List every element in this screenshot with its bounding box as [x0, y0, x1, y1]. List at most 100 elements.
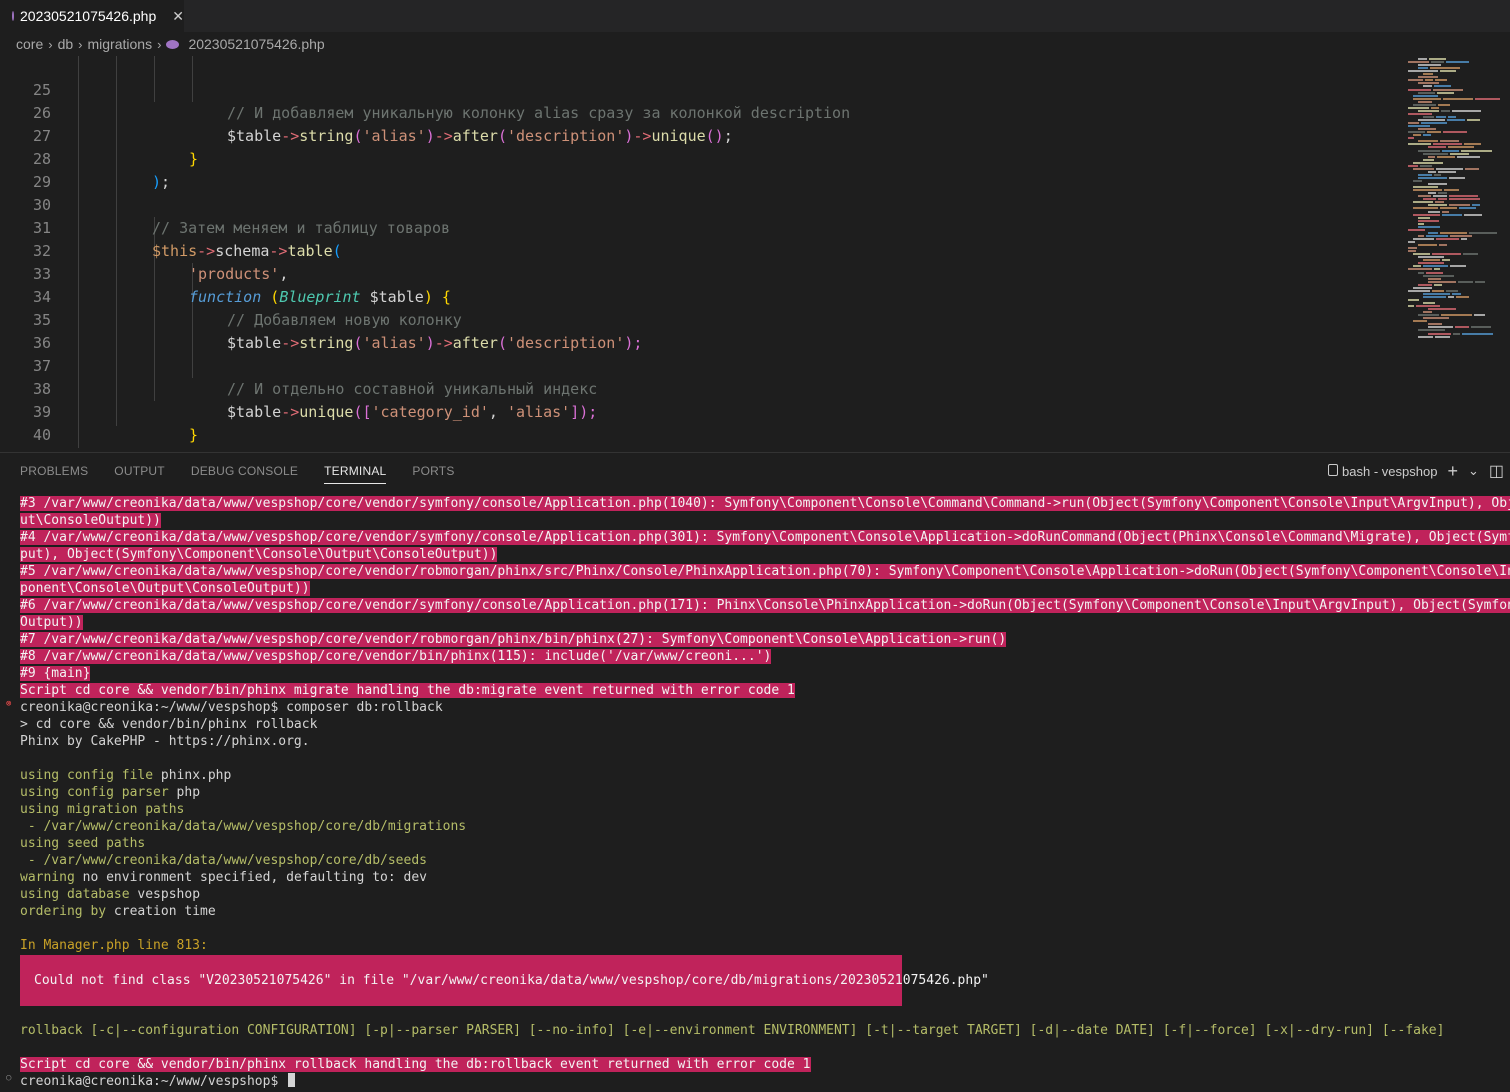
minimap-line: [1413, 186, 1438, 189]
minimap-line: [1441, 314, 1472, 317]
code-line: 26 $table->string('alias')->after('descr…: [0, 79, 1400, 145]
minimap-line: [1423, 302, 1435, 304]
config-file-line: using config file phinx.php: [20, 768, 232, 783]
minimap-line: [1418, 82, 1439, 85]
minimap-line: [1418, 176, 1447, 179]
minimap-line: [1428, 326, 1453, 329]
terminal-cursor: [288, 1073, 296, 1087]
minimap-line: [1449, 176, 1465, 179]
close-icon[interactable]: ✕: [172, 8, 184, 25]
minimap-line: [1457, 155, 1480, 158]
minimap-line: [1462, 332, 1493, 335]
minimap-line: [1464, 213, 1482, 216]
minimap-line: [1413, 237, 1434, 240]
minimap-line: [1433, 195, 1447, 198]
minimap-line: [1408, 79, 1423, 82]
minimap-line: [1423, 295, 1446, 298]
minimap-line: [1461, 237, 1467, 240]
minimap-line: [1450, 265, 1466, 268]
breadcrumb-item-db[interactable]: db: [58, 36, 74, 52]
minimap-line: [1418, 216, 1430, 219]
terminal-output[interactable]: #3 /var/www/creonika/data/www/vespshop/c…: [0, 495, 1510, 1092]
code-editor[interactable]: 25 // И добавляем уникальную колонку ali…: [0, 56, 1400, 448]
bottom-panel: PROBLEMS OUTPUT DEBUG CONSOLE TERMINAL P…: [0, 452, 1510, 1092]
minimap-line: [1443, 131, 1467, 134]
minimap-line: [1453, 332, 1460, 335]
minimap-line: [1446, 61, 1469, 64]
minimap-line: [1475, 280, 1485, 283]
minimap-line: [1446, 289, 1458, 292]
current-prompt[interactable]: creonika@creonika:~/www/vespshop$: [20, 1073, 1510, 1090]
code-line: 31 $this->schema->table(: [0, 194, 1400, 260]
terminal-name: bash - vespshop: [1342, 463, 1438, 479]
minimap-line: [1408, 131, 1425, 134]
code-line: 33 function (Blueprint $table) {: [0, 240, 1400, 306]
minimap-line: [1439, 244, 1447, 247]
minimap-line: [1428, 183, 1447, 186]
minimap-line: [1418, 256, 1444, 259]
minimap-line: [1408, 70, 1438, 73]
minimap-line: [1447, 119, 1465, 121]
tab-migration-file[interactable]: 20230521075426.php ✕: [0, 0, 184, 32]
error-trace-line: #4 /var/www/creonika/data/www/vespshop/c…: [20, 529, 1510, 546]
chevron-right-icon: ›: [157, 36, 162, 52]
rollback-error-line: Script cd core && vendor/bin/phinx rollb…: [20, 1057, 811, 1072]
minimap-line: [1428, 170, 1436, 173]
chevron-down-icon[interactable]: ⌄: [1468, 463, 1479, 479]
error-marker-icon[interactable]: ⊗: [6, 699, 11, 709]
breadcrumb-item-file[interactable]: 20230521075426.php: [188, 36, 324, 52]
minimap-line: [1428, 231, 1438, 234]
minimap-line: [1438, 198, 1447, 201]
code-line: 38 $table->unique(['category_id', 'alias…: [0, 355, 1400, 421]
terminal-selector[interactable]: bash - vespshop: [1328, 463, 1438, 479]
minimap-line: [1434, 268, 1440, 271]
code-line: 30 // Затем меняем и таблицу товаров: [0, 171, 1400, 237]
tab-terminal[interactable]: TERMINAL: [324, 464, 387, 484]
breadcrumb: core › db › migrations › 20230521075426.…: [0, 32, 1510, 56]
tab-debug-console[interactable]: DEBUG CONSOLE: [191, 464, 298, 478]
split-terminal-icon[interactable]: ◫: [1489, 461, 1504, 481]
minimap-line: [1442, 149, 1459, 152]
minimap-line: [1429, 58, 1446, 60]
class-error-text: Could not find class "V20230521075426" i…: [34, 973, 989, 988]
tab-output[interactable]: OUTPUT: [114, 464, 165, 478]
minimap[interactable]: [1400, 56, 1510, 448]
minimap-line: [1413, 253, 1430, 256]
minimap-line: [1413, 161, 1443, 164]
minimap-line: [1408, 247, 1417, 250]
minimap-line: [1423, 265, 1448, 268]
minimap-line: [1418, 262, 1444, 265]
minimap-line: [1450, 234, 1472, 237]
code-line: 37 // И отдельно составной уникальный ин…: [0, 332, 1400, 398]
error-trace-line: put), Object(Symfony\Component\Console\O…: [20, 547, 498, 562]
add-terminal-icon[interactable]: +: [1447, 461, 1458, 482]
minimap-line: [1418, 119, 1445, 121]
error-trace-line: #6 /var/www/creonika/data/www/vespshop/c…: [20, 597, 1510, 614]
minimap-line: [1418, 283, 1432, 286]
tab-ports[interactable]: PORTS: [412, 464, 454, 478]
minimap-line: [1413, 201, 1433, 204]
breadcrumb-item-core[interactable]: core: [16, 36, 43, 52]
code-line: 29: [0, 148, 1400, 191]
minimap-line: [1437, 155, 1455, 158]
minimap-line: [1455, 326, 1469, 329]
minimap-line: [1423, 73, 1433, 76]
minimap-line: [1418, 234, 1424, 237]
minimap-line: [1459, 207, 1476, 210]
minimap-line: [1418, 128, 1436, 131]
tab-problems[interactable]: PROBLEMS: [20, 464, 88, 478]
minimap-line: [1423, 198, 1436, 201]
minimap-line: [1431, 106, 1439, 109]
minimap-line: [1408, 305, 1414, 308]
php-file-icon: [12, 11, 14, 21]
minimap-line: [1427, 131, 1441, 134]
minimap-line: [1418, 64, 1441, 67]
minimap-line: [1418, 173, 1432, 176]
panel-tab-bar: PROBLEMS OUTPUT DEBUG CONSOLE TERMINAL P…: [0, 453, 1510, 489]
minimap-line: [1469, 231, 1497, 234]
minimap-line: [1416, 305, 1440, 308]
phinx-banner: Phinx by CakePHP - https://phinx.org.: [20, 734, 310, 749]
minimap-line: [1418, 76, 1438, 79]
minimap-line: [1430, 67, 1460, 70]
breadcrumb-item-migrations[interactable]: migrations: [88, 36, 153, 52]
